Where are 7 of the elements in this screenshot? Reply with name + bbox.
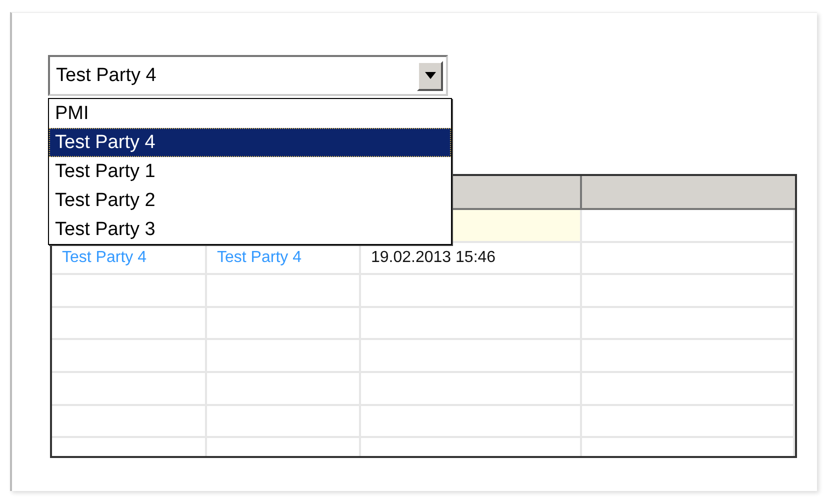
caret-icon (424, 72, 436, 79)
party-combo-box[interactable]: Test Party 4 (48, 55, 448, 96)
combo-value: Test Party 4 (55, 64, 158, 86)
table-cell: 19.02.2013 15:46 (361, 242, 582, 276)
dropdown-button[interactable] (417, 60, 443, 90)
dropdown-option[interactable]: Test Party 4 (49, 128, 451, 157)
column-header[interactable] (582, 176, 795, 210)
